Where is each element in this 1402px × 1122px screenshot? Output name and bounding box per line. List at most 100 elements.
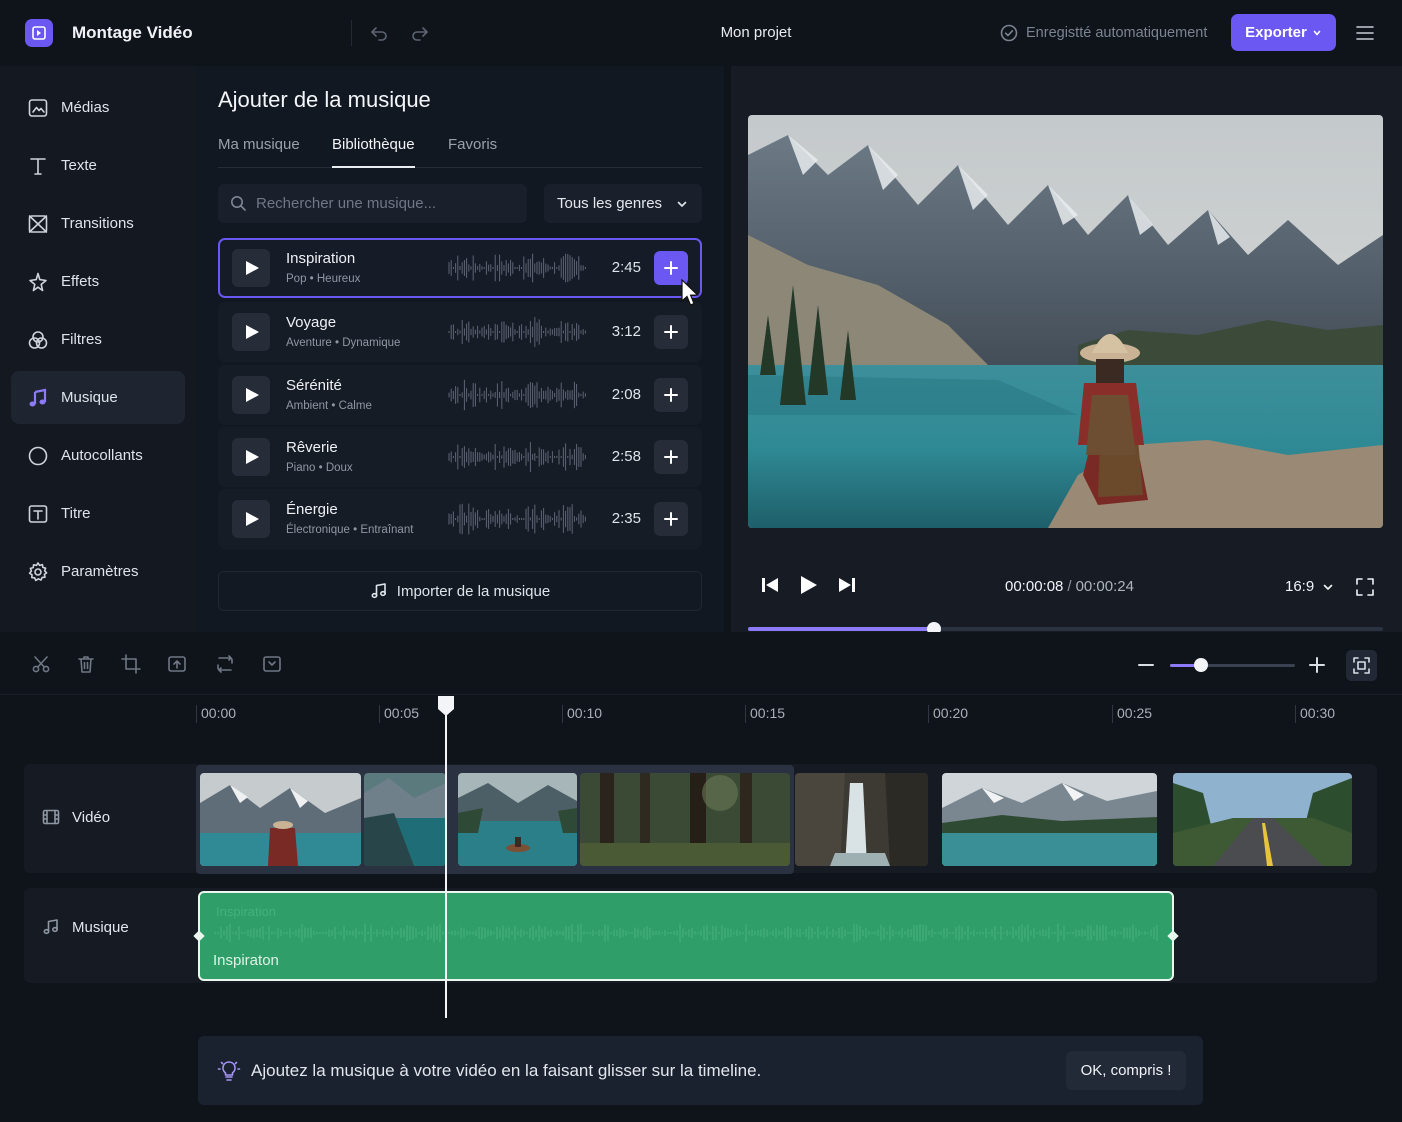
music-track-label: Musique	[42, 918, 129, 936]
video-clip[interactable]	[1173, 773, 1352, 866]
fit-timeline-button[interactable]	[1346, 650, 1377, 681]
video-track-label: Vidéo	[42, 808, 110, 826]
media-icon	[28, 98, 48, 117]
zoom-in-icon[interactable]	[1308, 656, 1326, 674]
track-label-text: Vidéo	[72, 808, 111, 826]
nav-item-texte[interactable]: Texte	[11, 139, 185, 192]
nav-item-filtres[interactable]: Filtres	[11, 313, 185, 366]
app-logo-icon	[25, 19, 53, 47]
import-music-button[interactable]: Importer de la musique	[218, 571, 702, 611]
playback-scrubber[interactable]	[748, 622, 1383, 636]
track-name: Inspiration	[286, 250, 356, 267]
track-meta: Aventure • Dynamique	[286, 337, 401, 349]
rotate-icon[interactable]	[215, 654, 235, 674]
tab-ma-musique[interactable]: Ma musique	[218, 136, 300, 168]
playhead[interactable]	[445, 698, 447, 1018]
video-preview-frame[interactable]	[748, 115, 1383, 528]
track-name: Sérénité	[286, 377, 342, 394]
lightbulb-icon	[217, 1060, 241, 1081]
play-button[interactable]	[232, 249, 270, 287]
ruler-tick: 00:10	[562, 705, 602, 723]
play-button[interactable]	[232, 376, 270, 414]
track-row[interactable]: Énergie Électronique • Entraînant 2:35	[218, 489, 702, 549]
nav-item-label: Paramètres	[61, 563, 139, 580]
genre-dropdown[interactable]: Tous les genres	[544, 184, 702, 223]
track-row[interactable]: Rêverie Piano • Doux 2:58	[218, 427, 702, 487]
redo-icon[interactable]	[409, 22, 431, 44]
add-track-button[interactable]	[654, 502, 688, 536]
hamburger-menu-icon[interactable]	[1355, 24, 1375, 42]
video-clip[interactable]	[942, 773, 1157, 866]
video-clip[interactable]	[458, 773, 577, 866]
track-row[interactable]: Inspiration Pop • Heureux 2:45	[218, 238, 702, 298]
add-track-button[interactable]	[654, 315, 688, 349]
track-duration: 3:12	[611, 323, 641, 340]
nav-item-titre[interactable]: Titre	[11, 487, 185, 540]
search-input[interactable]	[256, 195, 506, 212]
ok-button[interactable]: OK, compris !	[1066, 1051, 1186, 1090]
nav-item-label: Autocollants	[61, 447, 143, 464]
nav-item-label: Transitions	[61, 215, 134, 232]
side-navigation: Médias Texte Transitions Effets Filtres …	[0, 66, 196, 632]
zoom-slider[interactable]	[1170, 658, 1295, 672]
track-row[interactable]: Sérénité Ambient • Calme 2:08	[218, 365, 702, 425]
video-clip[interactable]	[795, 773, 928, 866]
tab-bibliotheque[interactable]: Bibliothèque	[332, 136, 415, 168]
fullscreen-icon[interactable]	[1355, 577, 1375, 597]
tab-favoris[interactable]: Favoris	[448, 136, 497, 168]
audio-clip[interactable]: Inspiration Inspiraton	[193, 891, 1179, 981]
skip-back-icon[interactable]	[759, 574, 781, 596]
video-clip[interactable]	[364, 773, 446, 866]
play-icon	[246, 450, 259, 464]
ruler-tick: 00:30	[1295, 705, 1335, 723]
video-clip[interactable]	[580, 773, 790, 866]
track-meta: Électronique • Entraînant	[286, 524, 414, 536]
stickers-icon	[28, 446, 48, 465]
resize-icon[interactable]	[167, 654, 187, 674]
play-icon[interactable]	[797, 574, 819, 596]
import-label: Importer de la musique	[396, 582, 551, 600]
play-button[interactable]	[232, 438, 270, 476]
nav-item-transitions[interactable]: Transitions	[11, 197, 185, 250]
autosave-status: Enregistté automatiquement	[1000, 24, 1207, 42]
track-row[interactable]: Voyage Aventure • Dynamique 3:12	[218, 302, 702, 362]
video-clip[interactable]	[200, 773, 361, 866]
nav-item-parametres[interactable]: Paramètres	[11, 545, 185, 598]
skip-forward-icon[interactable]	[836, 574, 858, 596]
trash-icon[interactable]	[76, 654, 96, 674]
play-icon	[246, 325, 259, 339]
aspect-ratio-dropdown[interactable]: 16:9	[1285, 578, 1334, 595]
chevron-down-icon	[677, 201, 687, 207]
zoom-slider-handle[interactable]	[1194, 658, 1209, 672]
clip-thumbnail-canoe	[458, 773, 577, 866]
nav-item-label: Effets	[61, 273, 100, 290]
mouse-cursor-icon	[681, 279, 699, 306]
current-time: 00:00:08	[1005, 578, 1064, 595]
play-button[interactable]	[232, 313, 270, 351]
toolbar-divider	[351, 20, 352, 46]
nav-item-autocollants[interactable]: Autocollants	[11, 429, 185, 482]
time-separator: /	[1067, 578, 1072, 595]
undo-icon[interactable]	[368, 22, 390, 44]
nav-item-musique[interactable]: Musique	[11, 371, 185, 424]
music-search[interactable]	[218, 184, 527, 223]
zoom-out-icon[interactable]	[1137, 656, 1155, 674]
scissors-icon[interactable]	[31, 654, 51, 674]
export-button[interactable]: Exporter	[1231, 14, 1336, 51]
playhead-handle-icon[interactable]	[437, 695, 455, 717]
play-button[interactable]	[232, 500, 270, 538]
plus-icon	[664, 388, 678, 402]
crop-icon[interactable]	[121, 654, 141, 674]
music-note-icon	[43, 919, 59, 935]
panel-title: Ajouter de la musique	[218, 87, 431, 112]
plus-icon	[664, 261, 678, 275]
nav-item-effets[interactable]: Effets	[11, 255, 185, 308]
nav-item-medias[interactable]: Médias	[11, 81, 185, 134]
add-track-button[interactable]	[654, 378, 688, 412]
flip-icon[interactable]	[262, 654, 282, 674]
autosave-text: Enregistté automatiquement	[1026, 25, 1208, 41]
check-circle-icon	[1000, 24, 1018, 42]
add-track-button[interactable]	[654, 440, 688, 474]
project-name[interactable]: Mon projet	[656, 24, 856, 41]
total-time: 00:00:24	[1075, 578, 1134, 595]
